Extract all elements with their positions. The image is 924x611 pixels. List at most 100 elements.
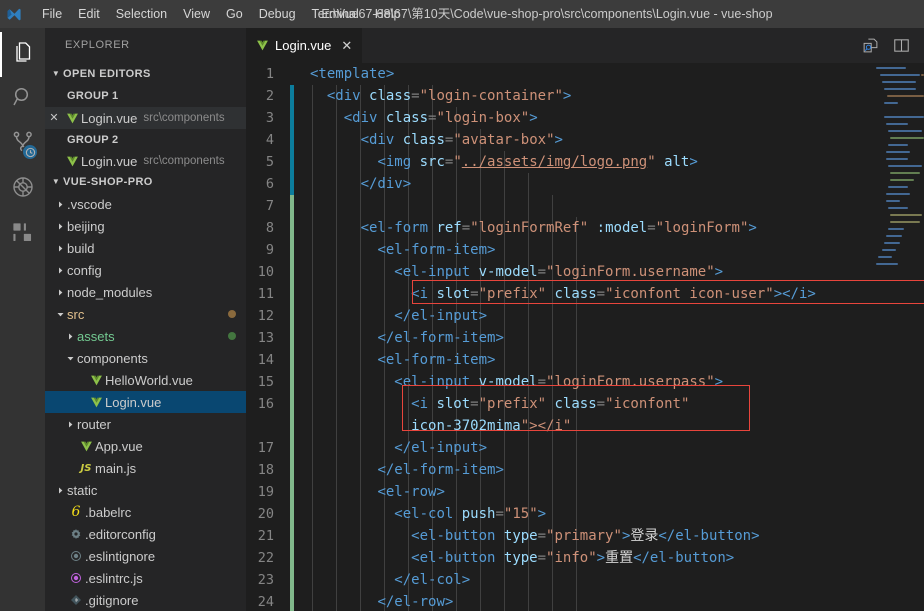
activity-search[interactable] [0, 77, 45, 122]
line-number: 3 [265, 110, 274, 126]
minimap-line [886, 235, 902, 237]
menu-terminal[interactable]: Terminal [304, 0, 367, 28]
tree-item-node-modules[interactable]: node_modules [45, 281, 246, 303]
menu-bar: File Edit Selection View Go Debug Termin… [34, 0, 409, 28]
line-number: 13 [257, 330, 274, 346]
debug-icon [11, 175, 35, 204]
vue-file-icon [256, 39, 269, 52]
tree-item-router[interactable]: router [45, 413, 246, 435]
section-open-editors[interactable]: ▼ OPEN EDITORS [45, 63, 246, 85]
menu-debug[interactable]: Debug [251, 0, 304, 28]
line-number: 21 [257, 528, 274, 544]
close-icon[interactable]: ✕ [341, 38, 352, 54]
activity-bar [0, 28, 45, 611]
tree-item-editorconfig[interactable]: .editorconfig [45, 523, 246, 545]
code-line: 21 <el-button type="primary">登录</el-butt… [246, 525, 924, 547]
chevron-right-icon[interactable] [53, 486, 67, 495]
tree-item-helloworld-vue[interactable]: HelloWorld.vue [45, 369, 246, 391]
extensions-icon [11, 221, 34, 249]
open-preview-button[interactable] [862, 37, 879, 54]
tree-item-main-js[interactable]: JS main.js [45, 457, 246, 479]
activity-explorer[interactable] [0, 32, 45, 77]
line-number: 18 [257, 462, 274, 478]
tree-item-label: build [67, 240, 95, 256]
explorer-sidebar: EXPLORER ▼ OPEN EDITORS GROUP 1 ✕ Login.… [45, 28, 246, 611]
chevron-right-icon[interactable] [53, 222, 67, 231]
tree-item-assets[interactable]: assets [45, 325, 246, 347]
chevron-down-icon[interactable] [53, 310, 67, 319]
close-icon[interactable]: ✕ [45, 107, 63, 129]
menu-help[interactable]: Help [367, 0, 409, 28]
tree-item-config[interactable]: config [45, 259, 246, 281]
line-number: 15 [257, 374, 274, 390]
tree-item-vscode[interactable]: .vscode [45, 193, 246, 215]
tree-item-label: main.js [95, 460, 137, 476]
line-number: 6 [265, 176, 274, 192]
section-open-editors-label: OPEN EDITORS [63, 68, 151, 80]
minimap-line [886, 151, 910, 153]
code-line: 2 <div class="login-container"> [246, 85, 924, 107]
tree-item-gitignore[interactable]: .gitignore [45, 589, 246, 611]
tree-item-login-vue[interactable]: Login.vue [45, 391, 246, 413]
line-number: 12 [257, 308, 274, 324]
tree-item-eslintrc-js[interactable]: .eslintrc.js [45, 567, 246, 589]
code-line: 19 <el-row> [246, 481, 924, 503]
workbench-body: EXPLORER ▼ OPEN EDITORS GROUP 1 ✕ Login.… [0, 28, 924, 611]
line-number: 23 [257, 572, 274, 588]
chevron-down-icon: ▼ [51, 177, 61, 186]
minimap-line [886, 158, 908, 160]
open-editor-item-login-group2[interactable]: Login.vue src\components [45, 151, 246, 171]
chevron-right-icon[interactable] [53, 244, 67, 253]
section-project-root[interactable]: ▼ VUE-SHOP-PRO [45, 171, 246, 193]
chevron-right-icon[interactable] [53, 266, 67, 275]
menu-selection[interactable]: Selection [108, 0, 175, 28]
tree-item-eslintignore[interactable]: .eslintignore [45, 545, 246, 567]
line-number: 7 [265, 198, 274, 214]
code-line: 4 <div class="avatar-box"> [246, 129, 924, 151]
tree-item-beijing[interactable]: beijing [45, 215, 246, 237]
tree-item-babelrc[interactable]: 6 .babelrc [45, 501, 246, 523]
tree-item-label: beijing [67, 218, 105, 234]
git-status-dot [228, 332, 236, 340]
tree-item-label: .gitignore [85, 592, 139, 608]
chevron-down-icon[interactable] [63, 354, 77, 363]
tree-item-label: .eslintrc.js [85, 570, 143, 586]
split-editor-button[interactable] [893, 37, 910, 54]
code-line: 22 <el-button type="info">重置</el-button> [246, 547, 924, 569]
menu-edit[interactable]: Edit [70, 0, 108, 28]
search-icon [11, 85, 35, 114]
menu-view[interactable]: View [175, 0, 218, 28]
code-line-text: </el-form-item> [377, 330, 504, 346]
menu-file[interactable]: File [34, 0, 70, 28]
minimap-line [886, 200, 900, 202]
code-line: 15 <el-input v-model="loginForm.userpass… [246, 371, 924, 393]
open-editor-description: src\components [143, 155, 225, 167]
activity-source-control[interactable] [0, 122, 45, 167]
activity-debug[interactable] [0, 167, 45, 212]
tree-item-label: static [67, 482, 98, 498]
tab-login-vue[interactable]: Login.vue ✕ [246, 28, 364, 63]
tree-item-build[interactable]: build [45, 237, 246, 259]
code-line-text: <el-button type="info">重置</el-button> [411, 550, 735, 566]
minimap-line [890, 137, 924, 139]
minimap-line [876, 263, 898, 265]
chevron-right-icon[interactable] [63, 332, 77, 341]
tree-item-components[interactable]: components [45, 347, 246, 369]
line-number: 20 [257, 506, 274, 522]
vue-file-icon [63, 155, 81, 168]
code-editor[interactable]: 1 <template> 2 <div class="login-container… [246, 63, 924, 611]
chevron-right-icon[interactable] [53, 200, 67, 209]
tree-item-src[interactable]: src [45, 303, 246, 325]
activity-extensions[interactable] [0, 212, 45, 257]
minimap-line [884, 102, 898, 104]
code-line: 24 </el-row> [246, 591, 924, 611]
tree-item-static[interactable]: static [45, 479, 246, 501]
open-editor-item-login-group1[interactable]: ✕ Login.vue src\components [45, 107, 246, 129]
minimap-line [888, 207, 908, 209]
minimap[interactable] [862, 63, 924, 611]
tree-item-app-vue[interactable]: App.vue [45, 435, 246, 457]
chevron-right-icon[interactable] [63, 420, 77, 429]
chevron-right-icon[interactable] [53, 288, 67, 297]
code-line-text: </el-input> [394, 308, 488, 324]
menu-go[interactable]: Go [218, 0, 251, 28]
